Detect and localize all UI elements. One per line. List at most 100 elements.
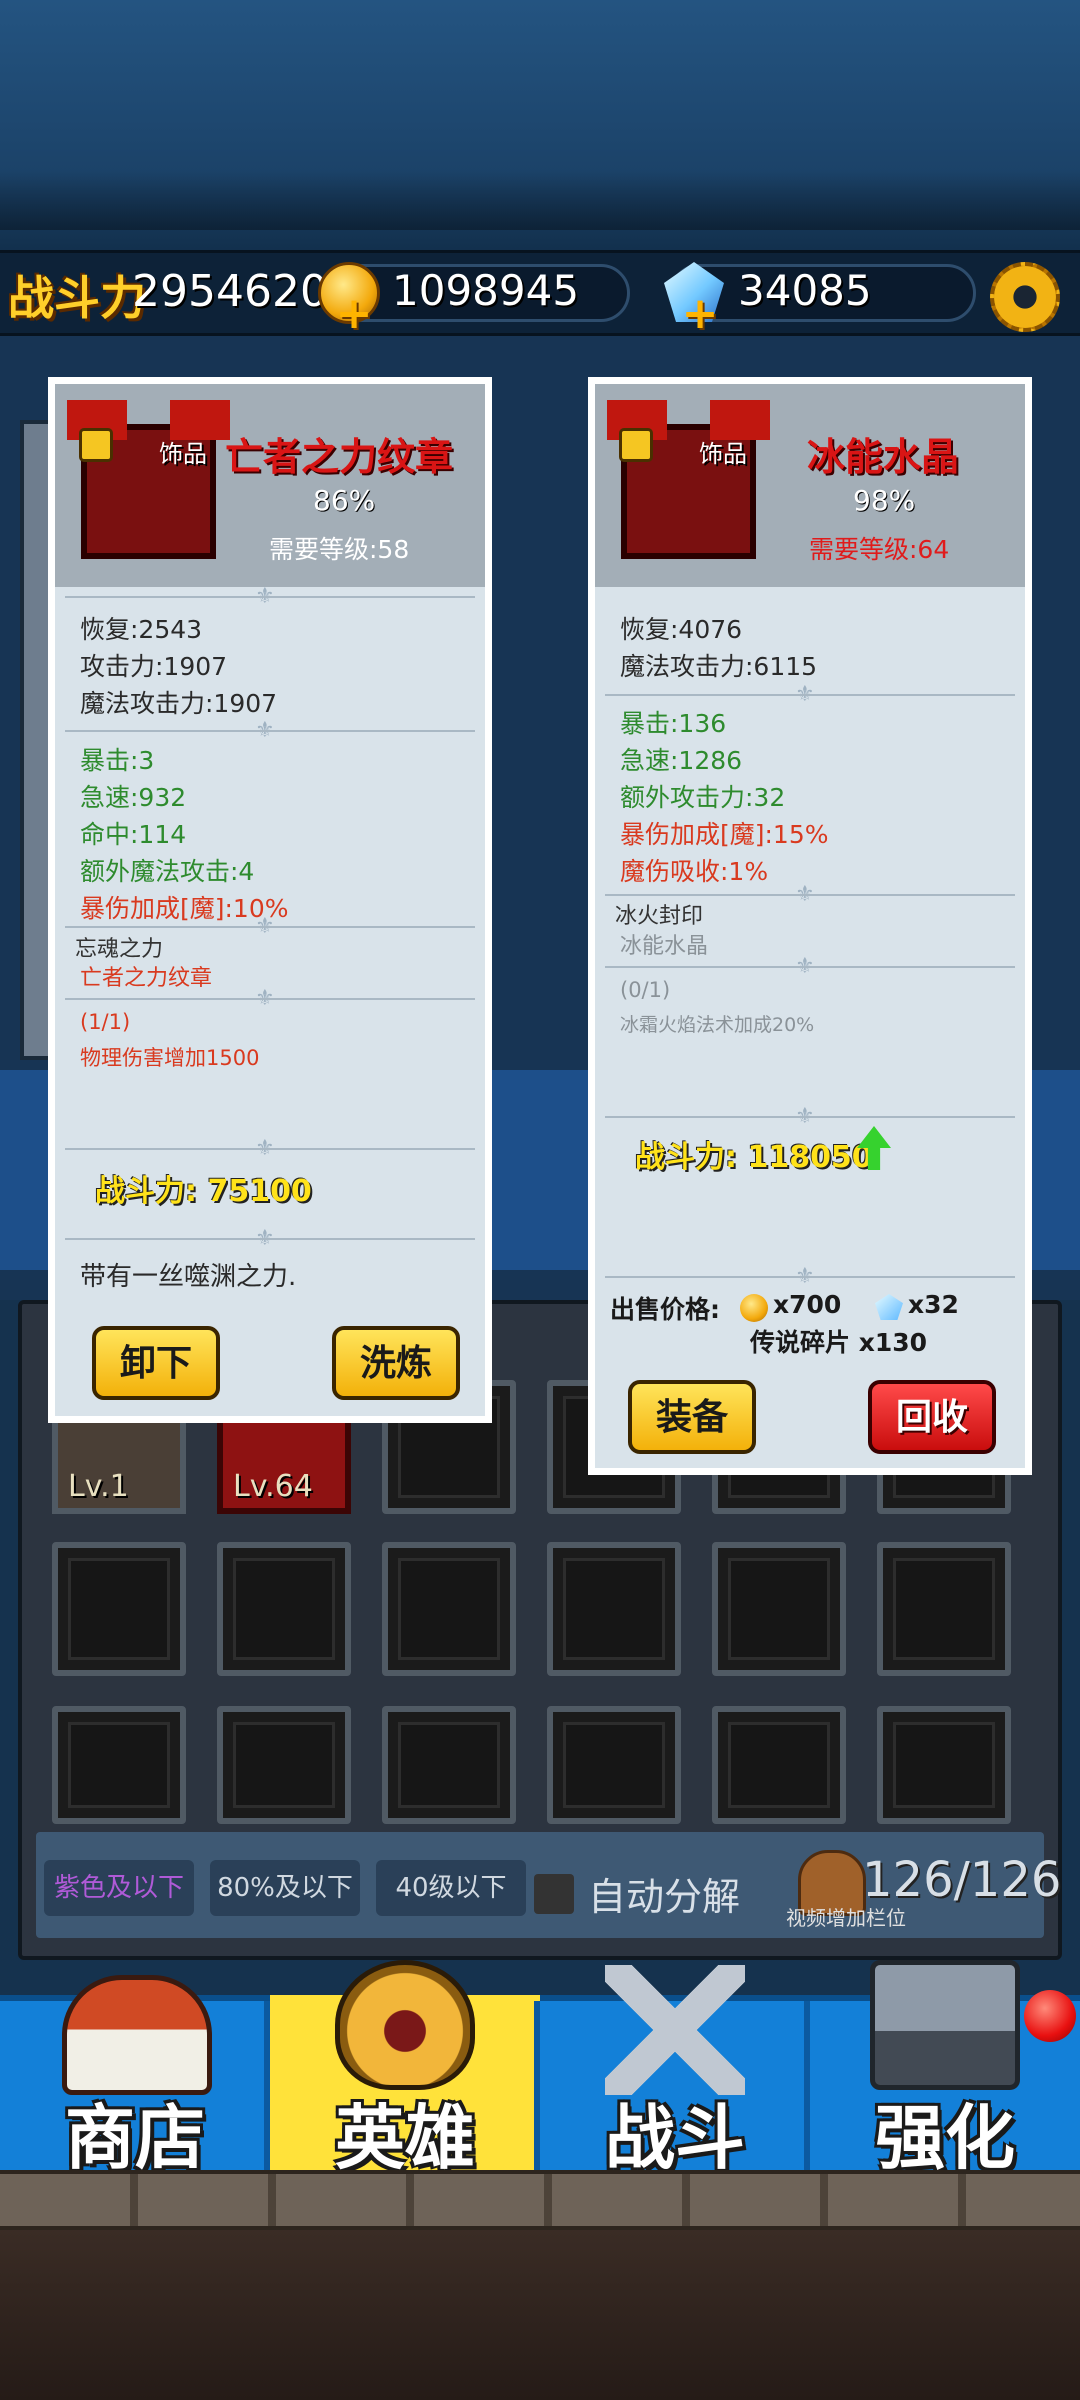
- combat-power-label: 战斗力: [8, 271, 146, 325]
- required-level: 需要等级:64: [809, 535, 950, 564]
- item-description: 带有一丝噬渊之力.: [80, 1262, 297, 1292]
- bonus-stat: 暴伤加成[魔]:15%: [620, 820, 829, 849]
- nav-label-forge: 强化: [875, 2097, 1015, 2179]
- combat-power-value: 2954620: [132, 266, 328, 317]
- filter-level-40[interactable]: 40级以下: [376, 1860, 526, 1916]
- item-quality-percent: 98%: [853, 484, 916, 517]
- filter-purple-and-below[interactable]: 紫色及以下: [44, 1860, 194, 1916]
- inventory-slot[interactable]: [547, 1706, 681, 1824]
- set-progress: (1/1): [80, 1010, 131, 1034]
- capacity-note: 视频增加栏位: [786, 1906, 906, 1930]
- bonus-stat: 急速:1286: [620, 746, 743, 775]
- sell-shard-amount: 传说碎片 x130: [750, 1328, 928, 1357]
- bonus-stat: 额外魔法攻击:4: [80, 857, 255, 886]
- base-stat: 魔法攻击力:1907: [80, 689, 278, 718]
- separator: [65, 926, 475, 928]
- item-combat-power: 战斗力: 75100: [95, 1174, 312, 1209]
- separator: [65, 730, 475, 732]
- sell-price-label: 出售价格:: [610, 1295, 720, 1324]
- inventory-slot[interactable]: [217, 1706, 351, 1824]
- bonus-stat: 暴击:3: [80, 746, 155, 775]
- sell-gold-amount: x700: [773, 1290, 842, 1319]
- set-progress: (0/1): [620, 978, 671, 1002]
- set-name: 冰火封印: [615, 904, 704, 929]
- stone-ground: [0, 2170, 1080, 2230]
- item-quality-percent: 86%: [313, 484, 376, 517]
- separator: [605, 894, 1015, 896]
- separator: [605, 1276, 1015, 1278]
- item-type-tag: 饰品: [159, 440, 207, 468]
- diamond-amount: 34085: [738, 266, 872, 315]
- inventory-slot[interactable]: [712, 1706, 846, 1824]
- inventory-slot[interactable]: [52, 1542, 186, 1676]
- set-effect: 物理伤害增加1500: [80, 1046, 260, 1070]
- inventory-slot[interactable]: [382, 1542, 516, 1676]
- item-name: 亡者之力纹章: [225, 435, 454, 479]
- item-combat-power: 战斗力: 118050: [635, 1140, 873, 1175]
- bonus-stat: 额外攻击力:32: [620, 783, 786, 812]
- popup-body: 饰品 冰能水晶 98% 需要等级:64 恢复:4076 魔法攻击力:6115 ⚜…: [595, 384, 1025, 1468]
- notification-dot: [1024, 1990, 1076, 2042]
- inventory-slot[interactable]: [877, 1706, 1011, 1824]
- set-piece: 亡者之力纹章: [80, 966, 213, 991]
- popup-header: 饰品 冰能水晶 98% 需要等级:64: [595, 384, 1025, 587]
- base-stat: 恢复:4076: [620, 615, 743, 644]
- base-stat: 恢复:2543: [80, 615, 203, 644]
- item-type-tag: 饰品: [699, 440, 747, 468]
- auto-decompose-checkbox[interactable]: [534, 1874, 574, 1914]
- gold-amount: 1098945: [392, 266, 580, 315]
- equip-button[interactable]: 装备: [628, 1380, 756, 1454]
- separator: [605, 966, 1015, 968]
- separator: [65, 1238, 475, 1240]
- compare-item-popup: 饰品 冰能水晶 98% 需要等级:64 恢复:4076 魔法攻击力:6115 ⚜…: [588, 377, 1032, 1475]
- separator: [65, 1148, 475, 1150]
- nav-label-shop: 商店: [65, 2097, 205, 2179]
- sell-diamond-amount: x32: [908, 1290, 959, 1319]
- inventory-slot[interactable]: [52, 1706, 186, 1824]
- gold-coin-icon: [740, 1294, 768, 1322]
- equipped-item-popup: 饰品 亡者之力纹章 86% 需要等级:58 ⚜ 恢复:2543 攻击力:1907…: [48, 377, 492, 1423]
- inventory-slot[interactable]: [217, 1542, 351, 1676]
- slot-level: Lv.1: [68, 1469, 129, 1504]
- settings-gear-icon[interactable]: [990, 262, 1060, 332]
- popup-header: 饰品 亡者之力纹章 86% 需要等级:58: [55, 384, 485, 587]
- inventory-slot[interactable]: [382, 1706, 516, 1824]
- auto-decompose-label: 自动分解: [588, 1875, 741, 1919]
- separator: [65, 596, 475, 598]
- base-stat: 攻击力:1907: [80, 652, 228, 681]
- inventory-slot[interactable]: [877, 1542, 1011, 1676]
- nav-label-battle: 战斗: [605, 2097, 745, 2179]
- shop-icon: [62, 1975, 212, 2095]
- unequip-button[interactable]: 卸下: [92, 1326, 220, 1400]
- item-name: 冰能水晶: [807, 435, 960, 479]
- bonus-stat: 急速:932: [80, 783, 187, 812]
- hero-helmet-icon: [335, 1960, 475, 2090]
- separator: [605, 694, 1015, 696]
- inventory-capacity: 126/126: [862, 1852, 1062, 1908]
- nav-label-hero: 英雄: [335, 2097, 475, 2179]
- slot-level: Lv.64: [233, 1469, 313, 1504]
- diamond-icon: [875, 1294, 903, 1320]
- add-diamond-icon[interactable]: +: [680, 292, 720, 336]
- inventory-slot[interactable]: [547, 1542, 681, 1676]
- earth-background: [0, 2230, 1080, 2400]
- crossed-swords-icon: [605, 1965, 745, 2095]
- refine-button[interactable]: 洗炼: [332, 1326, 460, 1400]
- set-name: 忘魂之力: [75, 937, 164, 962]
- set-effect: 冰霜火焰法术加成20%: [620, 1014, 815, 1036]
- add-gold-icon[interactable]: +: [334, 292, 374, 336]
- bonus-stat: 暴击:136: [620, 709, 727, 738]
- recycle-button[interactable]: 回收: [868, 1380, 996, 1454]
- bonus-stat: 命中:114: [80, 820, 187, 849]
- hammer-anvil-icon: [870, 1960, 1020, 2090]
- base-stat: 魔法攻击力:6115: [620, 652, 818, 681]
- lock-icon[interactable]: [619, 428, 653, 462]
- filter-80-percent[interactable]: 80%及以下: [210, 1860, 360, 1916]
- scene-crack: [0, 170, 1080, 230]
- lock-icon[interactable]: [79, 428, 113, 462]
- set-piece: 冰能水晶: [620, 934, 709, 959]
- required-level: 需要等级:58: [269, 535, 410, 564]
- popup-body: 饰品 亡者之力纹章 86% 需要等级:58 ⚜ 恢复:2543 攻击力:1907…: [55, 384, 485, 1416]
- inventory-slot[interactable]: [712, 1542, 846, 1676]
- separator: [65, 998, 475, 1000]
